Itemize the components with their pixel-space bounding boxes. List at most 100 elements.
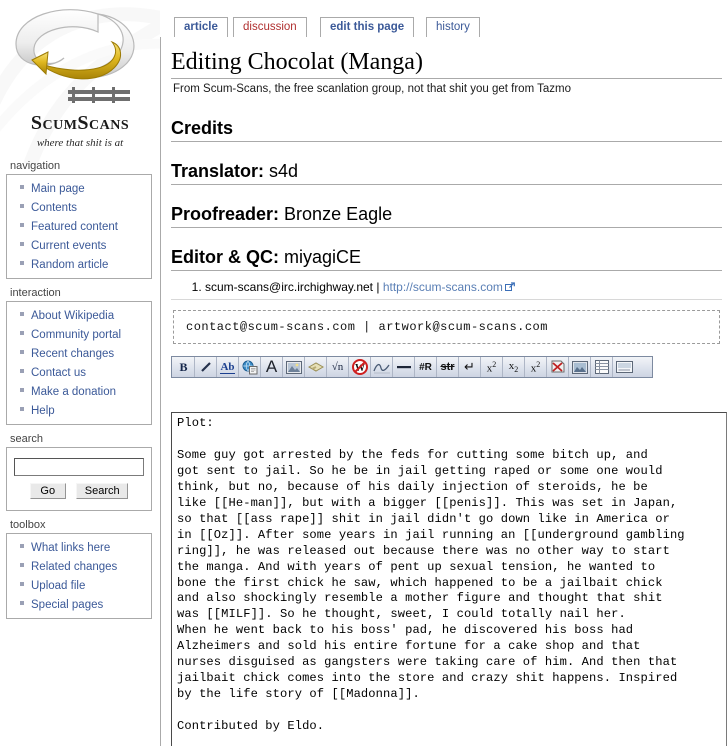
list-item[interactable]: What links here <box>7 538 151 557</box>
math-formula-icon[interactable]: √n <box>327 357 349 377</box>
portlet-search: search Go Search <box>0 431 160 511</box>
nowiki-icon[interactable]: W <box>349 357 371 377</box>
scumscans-s-logo-icon <box>15 9 135 103</box>
embedded-image-icon[interactable] <box>283 357 305 377</box>
search-button[interactable]: Search <box>76 483 129 499</box>
superscript-icon[interactable]: x2 <box>481 357 503 377</box>
tab-history[interactable]: history <box>426 17 480 37</box>
proofreader-label: Proofreader: <box>171 204 280 224</box>
toolbox-link-upload-file[interactable]: Upload file <box>31 580 85 592</box>
list-item[interactable]: Special pages <box>7 595 151 614</box>
site-logo[interactable]: ScumScans where that shit is at <box>0 0 160 158</box>
list-item: scum-scans@irc.irchighway.net | http://s… <box>205 279 722 295</box>
list-item[interactable]: About Wikipedia <box>7 306 151 325</box>
wikitext-editor-textarea[interactable] <box>171 412 727 746</box>
sidebar-link-community-portal[interactable]: Community portal <box>31 329 121 341</box>
media-file-icon[interactable] <box>305 357 327 377</box>
page-title: Editing Chocolat (Manga) <box>171 48 722 79</box>
tab-edit-this-page[interactable]: edit this page <box>320 17 415 37</box>
strikethrough-icon[interactable]: str <box>437 357 459 377</box>
sidebar-link-main-page[interactable]: Main page <box>31 183 85 195</box>
headline-icon[interactable]: A <box>261 357 283 377</box>
content-body: Editing Chocolat (Manga) From Scum-Scans… <box>160 37 728 746</box>
heading-credits: Credits <box>171 117 722 142</box>
horizontal-line-icon[interactable] <box>393 357 415 377</box>
picture-gallery-icon[interactable] <box>569 357 591 377</box>
list-item[interactable]: Help <box>7 401 151 420</box>
irc-separator: | <box>376 280 380 294</box>
tab-discussion[interactable]: discussion <box>233 17 307 37</box>
small-text-icon[interactable]: x2 <box>525 357 547 377</box>
page-tabs: article discussion edit this page histor… <box>160 0 728 38</box>
irc-channel-text: scum-scans@irc.irchighway.net <box>205 280 374 294</box>
proofreader-value: Bronze Eagle <box>284 204 393 224</box>
search-input[interactable] <box>14 458 144 476</box>
external-link-icon[interactable] <box>239 357 261 377</box>
portlet-heading-search: search <box>10 433 44 445</box>
portlet-interaction: interaction About Wikipedia Community po… <box>0 285 160 425</box>
list-item[interactable]: Contents <box>7 198 151 217</box>
list-item[interactable]: Related changes <box>7 557 151 576</box>
sidebar-link-featured-content[interactable]: Featured content <box>31 221 118 233</box>
sidebar-link-contact-us[interactable]: Contact us <box>31 367 86 379</box>
list-item[interactable]: Recent changes <box>7 344 151 363</box>
toolbox-link-what-links-here[interactable]: What links here <box>31 542 110 554</box>
tab-article[interactable]: article <box>174 17 228 37</box>
table-icon[interactable] <box>591 357 613 377</box>
list-item[interactable]: Make a donation <box>7 382 151 401</box>
site-subtitle: From Scum-Scans, the free scanlation gro… <box>173 83 572 95</box>
wiki-edit-page: ScumScans where that shit is at navigati… <box>0 0 728 746</box>
sidebar-link-about-wikipedia[interactable]: About Wikipedia <box>31 310 114 322</box>
irc-contact-list: scum-scans@irc.irchighway.net | http://s… <box>171 279 722 300</box>
list-item[interactable]: Current events <box>7 236 151 255</box>
logo-wordmark: ScumScans <box>30 112 130 134</box>
edit-toolbar: B Ab A √n W #R str ↵ x2 x2 x2 <box>171 356 653 378</box>
content-column: article discussion edit this page histor… <box>160 0 728 746</box>
list-item[interactable]: Contact us <box>7 363 151 382</box>
hidden-comment-icon[interactable] <box>547 357 569 377</box>
portlet-heading-toolbox: toolbox <box>10 519 46 531</box>
translator-value: s4d <box>269 161 299 181</box>
list-item[interactable]: Main page <box>7 179 151 198</box>
portlet-body-toolbox: What links here Related changes Upload f… <box>6 533 152 619</box>
list-item[interactable]: Community portal <box>7 325 151 344</box>
portlet-navigation: navigation Main page Contents Featured c… <box>0 158 160 279</box>
bold-icon[interactable]: B <box>173 357 195 377</box>
line-break-icon[interactable]: ↵ <box>459 357 481 377</box>
redirect-icon[interactable]: #R <box>415 357 437 377</box>
translator-label: Translator: <box>171 161 265 181</box>
portlet-body-navigation: Main page Contents Featured content Curr… <box>6 174 152 279</box>
contact-email-box: contact@scum-scans.com | artwork@scum-sc… <box>173 310 720 344</box>
sidebar-link-help[interactable]: Help <box>31 405 55 417</box>
heading-editor-qc: Editor & QC: miyagiCE <box>171 246 722 271</box>
toolbox-link-special-pages[interactable]: Special pages <box>31 599 103 611</box>
list-item[interactable]: Featured content <box>7 217 151 236</box>
portlet-heading-navigation: navigation <box>10 160 61 172</box>
portlet-heading-interaction: interaction <box>10 287 61 299</box>
internal-link-icon[interactable]: Ab <box>217 357 239 377</box>
go-button[interactable]: Go <box>29 483 66 499</box>
toolbox-link-related-changes[interactable]: Related changes <box>31 561 117 573</box>
sidebar-link-recent-changes[interactable]: Recent changes <box>31 348 114 360</box>
editor-qc-label: Editor & QC: <box>171 247 279 267</box>
signature-icon[interactable] <box>371 357 393 377</box>
logo-tagline: where that shit is at <box>36 137 124 149</box>
heading-translator: Translator: s4d <box>171 160 722 185</box>
italic-icon[interactable] <box>195 357 217 377</box>
heading-proofreader: Proofreader: Bronze Eagle <box>171 203 722 228</box>
portlet-body-search: Go Search <box>6 447 152 511</box>
sidebar-link-current-events[interactable]: Current events <box>31 240 106 252</box>
sidebar-link-random-article[interactable]: Random article <box>31 259 108 271</box>
list-item[interactable]: Upload file <box>7 576 151 595</box>
sidebar: ScumScans where that shit is at navigati… <box>0 0 160 746</box>
external-link-scum-scans[interactable]: http://scum-scans.com <box>383 280 503 294</box>
editor-qc-value: miyagiCE <box>284 247 362 267</box>
list-item[interactable]: Random article <box>7 255 151 274</box>
external-link-icon <box>504 280 515 291</box>
reference-icon[interactable] <box>613 357 635 377</box>
sidebar-link-contents[interactable]: Contents <box>31 202 77 214</box>
sidebar-link-make-a-donation[interactable]: Make a donation <box>31 386 116 398</box>
portlet-toolbox: toolbox What links here Related changes … <box>0 517 160 619</box>
portlet-body-interaction: About Wikipedia Community portal Recent … <box>6 301 152 425</box>
subscript-icon[interactable]: x2 <box>503 357 525 377</box>
